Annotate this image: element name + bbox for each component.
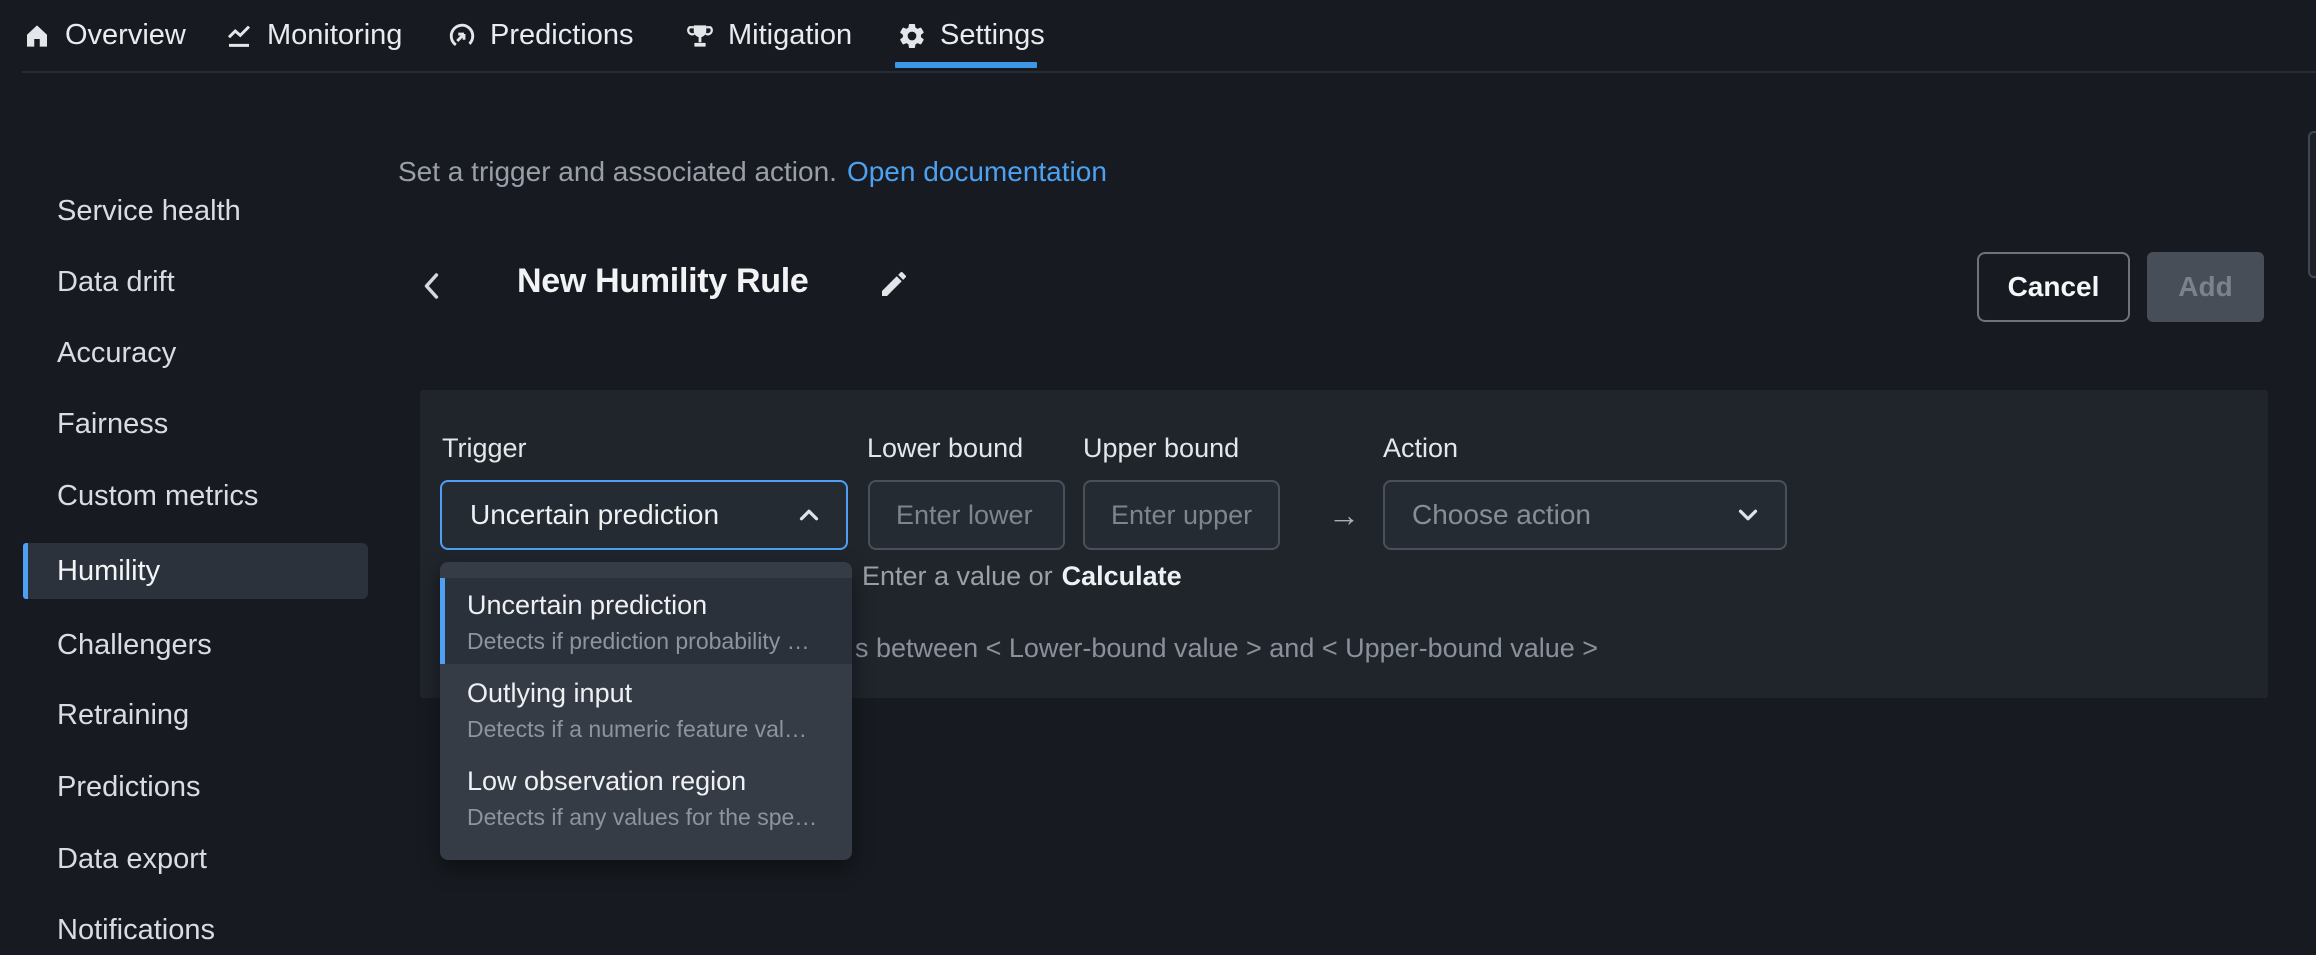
sidebar-selected-indicator: [23, 543, 28, 599]
trigger-select[interactable]: Uncertain prediction: [440, 480, 848, 550]
sidebar-item-data-drift[interactable]: Data drift: [0, 257, 368, 307]
sidebar-item-accuracy[interactable]: Accuracy: [0, 328, 368, 378]
option-description: Detects if prediction probability …: [467, 628, 810, 655]
trigger-select-value: Uncertain prediction: [442, 499, 794, 531]
nav-tab-mitigation[interactable]: Mitigation: [685, 0, 852, 71]
nav-tab-overview[interactable]: Overview: [22, 0, 186, 71]
rule-summary-text: s between < Lower-bound value > and < Up…: [855, 633, 1598, 664]
monitoring-chart-icon: [224, 21, 254, 51]
dropdown-option-low-observation-region[interactable]: Low observation region Detects if any va…: [440, 754, 852, 842]
nav-tab-monitoring[interactable]: Monitoring: [224, 0, 402, 71]
open-documentation-link[interactable]: Open documentation: [847, 156, 1107, 187]
chevron-up-icon: [794, 500, 824, 530]
action-label: Action: [1383, 433, 1458, 464]
upper-bound-label: Upper bound: [1083, 433, 1239, 464]
option-title: Outlying input: [467, 678, 632, 709]
chevron-left-icon: [421, 270, 443, 302]
edit-title-button[interactable]: [878, 268, 910, 300]
add-button[interactable]: Add: [2147, 252, 2264, 322]
calculate-link[interactable]: Calculate: [1062, 561, 1182, 591]
option-description: Detects if a numeric feature val…: [467, 716, 807, 743]
trigger-label: Trigger: [442, 433, 527, 464]
sidebar-item-challengers[interactable]: Challengers: [0, 620, 368, 670]
trophy-icon: [685, 21, 715, 51]
bound-helper-text: Enter a value orCalculate: [862, 561, 1182, 592]
dropdown-option-uncertain-prediction[interactable]: Uncertain prediction Detects if predicti…: [440, 578, 852, 664]
top-nav: Overview Monitoring Predictions Mitigati…: [0, 0, 2316, 72]
action-select-placeholder: Choose action: [1385, 499, 1733, 531]
sidebar-item-humility[interactable]: Humility: [23, 543, 368, 599]
cancel-button[interactable]: Cancel: [1977, 252, 2130, 322]
sidebar-item-fairness[interactable]: Fairness: [0, 399, 368, 449]
option-title: Low observation region: [467, 766, 746, 797]
settings-sidebar: Service health Data drift Accuracy Fairn…: [0, 72, 380, 900]
nav-tab-predictions[interactable]: Predictions: [447, 0, 633, 71]
predictions-target-icon: [447, 21, 477, 51]
nav-tab-label: Predictions: [490, 19, 633, 52]
nav-tab-label: Settings: [940, 19, 1045, 52]
sidebar-item-predictions[interactable]: Predictions: [0, 762, 368, 812]
option-title: Uncertain prediction: [467, 590, 707, 621]
chevron-down-icon: [1733, 500, 1763, 530]
nav-tab-label: Monitoring: [267, 19, 402, 52]
option-description: Detects if any values for the spe…: [467, 804, 817, 831]
sidebar-item-service-health[interactable]: Service health: [0, 186, 368, 236]
action-select[interactable]: Choose action: [1383, 480, 1787, 550]
selected-option-indicator: [440, 578, 445, 664]
pencil-icon: [878, 268, 910, 300]
gear-icon: [897, 21, 927, 51]
nav-tab-label: Mitigation: [728, 19, 852, 52]
sidebar-item-custom-metrics[interactable]: Custom metrics: [0, 471, 368, 521]
sidebar-item-notifications[interactable]: Notifications: [0, 905, 368, 955]
trigger-dropdown-menu: Uncertain prediction Detects if predicti…: [440, 562, 852, 860]
sidebar-item-retraining[interactable]: Retraining: [0, 690, 368, 740]
nav-tab-label: Overview: [65, 19, 186, 52]
sidebar-item-data-export[interactable]: Data export: [0, 834, 368, 884]
page-description: Set a trigger and associated action.Open…: [398, 156, 1107, 188]
upper-bound-input[interactable]: [1083, 480, 1280, 550]
arrow-right-icon: →: [1316, 480, 1372, 550]
active-tab-underline: [895, 62, 1037, 68]
back-button[interactable]: [421, 266, 451, 306]
dropdown-option-outlying-input[interactable]: Outlying input Detects if a numeric feat…: [440, 666, 852, 754]
lower-bound-input[interactable]: [868, 480, 1065, 550]
page-title: New Humility Rule: [517, 262, 809, 301]
home-icon: [22, 21, 52, 51]
vertical-scrollbar-thumb[interactable]: [2308, 131, 2316, 278]
lower-bound-label: Lower bound: [867, 433, 1023, 464]
nav-tab-settings[interactable]: Settings: [897, 0, 1045, 71]
